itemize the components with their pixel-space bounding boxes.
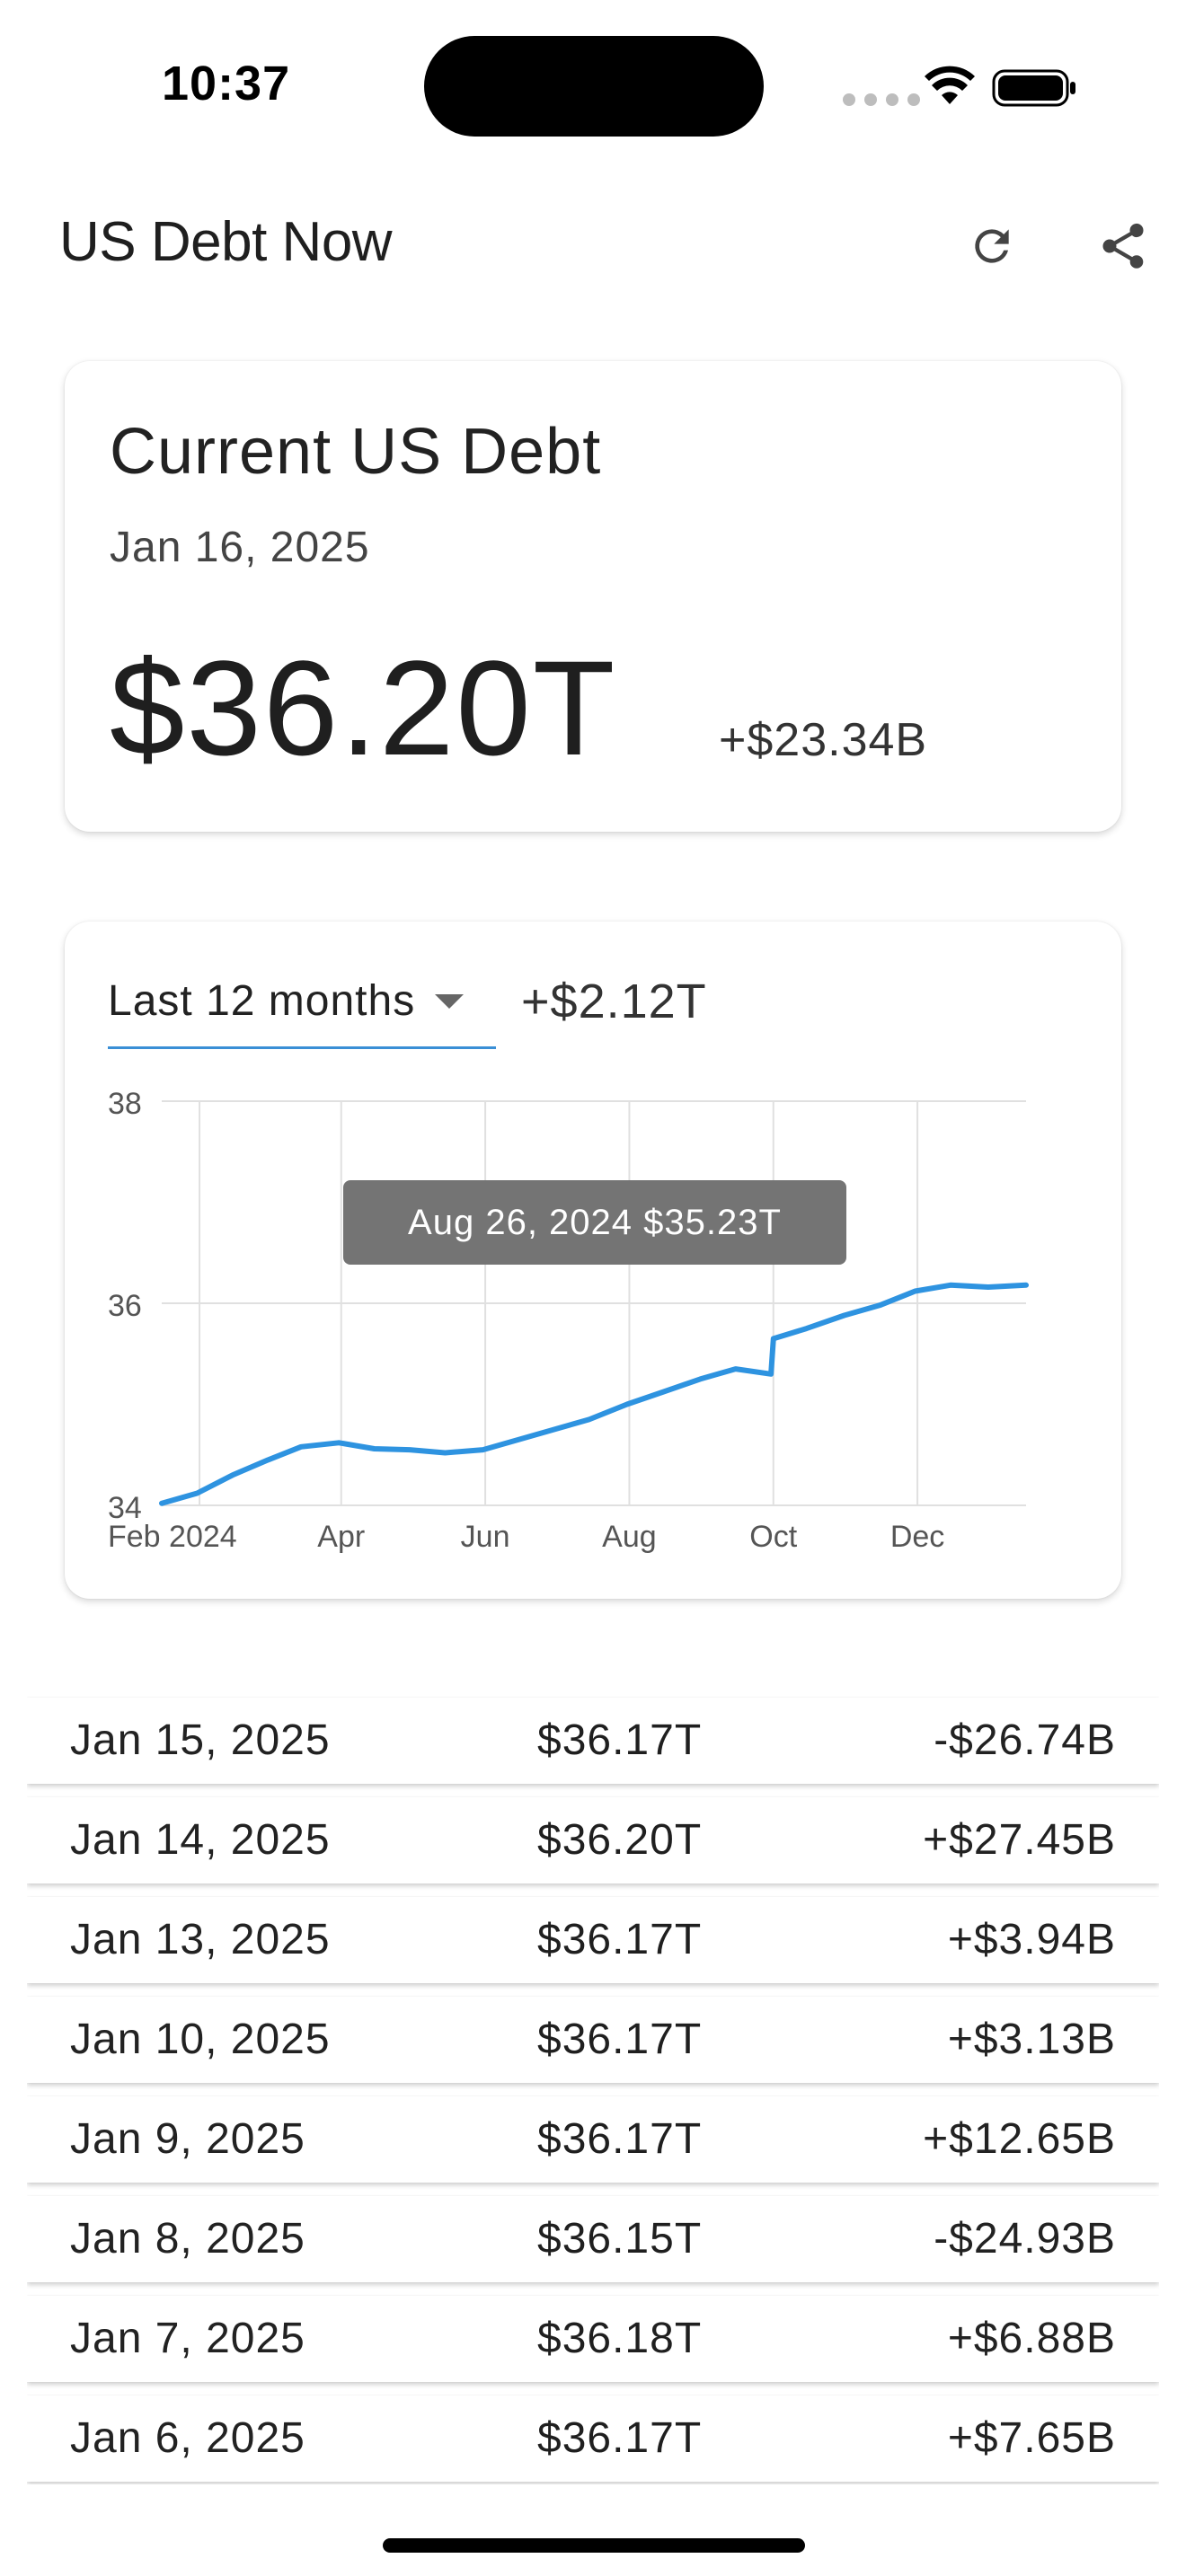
history-date: Jan 8, 2025 <box>70 2215 305 2263</box>
current-debt-amount: $36.20T <box>110 632 617 783</box>
history-change: +$3.94B <box>947 1916 1116 1963</box>
history-date: Jan 9, 2025 <box>70 2115 305 2163</box>
history-change: +$27.45B <box>923 1816 1116 1864</box>
battery-icon <box>992 69 1075 107</box>
y-tick-label: 36 <box>108 1289 142 1323</box>
refresh-icon <box>975 229 1009 263</box>
debt-series-line <box>159 1282 1029 1506</box>
debt-chart-card: 34 36 38 Feb 2024 Apr Jun Aug Oct Dec Aug 26, 202… <box>65 922 1121 1599</box>
x-tick-label: Feb 2024 <box>108 1520 237 1554</box>
history-value: $36.17T <box>537 1716 703 1764</box>
history-value: $36.18T <box>537 2315 703 2362</box>
dropdown-caret-icon <box>435 993 465 1009</box>
refresh-button[interactable] <box>949 203 1035 289</box>
history-row[interactable]: Jan 14, 2025 $36.20T +$27.45B <box>27 1797 1159 1883</box>
current-debt-card: Current US Debt Jan 16, 2025 $36.20T +$2… <box>65 361 1121 832</box>
history-row[interactable]: Jan 9, 2025 $36.17T +$12.65B <box>27 2096 1159 2183</box>
current-debt-date: Jan 16, 2025 <box>110 524 370 571</box>
history-change: +$6.88B <box>947 2315 1116 2362</box>
history-date: Jan 10, 2025 <box>70 2016 331 2063</box>
history-change: -$26.74B <box>934 1716 1116 1764</box>
x-tick-label: Jun <box>461 1520 510 1554</box>
history-date: Jan 13, 2025 <box>70 1916 331 1963</box>
app-title: US Debt Now <box>59 211 393 273</box>
history-change: +$12.65B <box>923 2115 1116 2163</box>
history-date: Jan 6, 2025 <box>70 2414 305 2462</box>
history-value: $36.17T <box>537 2016 703 2063</box>
share-button[interactable] <box>1080 203 1166 289</box>
history-change: +$3.13B <box>947 2016 1116 2063</box>
history-date: Jan 14, 2025 <box>70 1816 331 1864</box>
history-row[interactable]: Jan 8, 2025 $36.15T -$24.93B <box>27 2196 1159 2282</box>
time-range-dropdown[interactable]: Last 12 months <box>108 956 496 1049</box>
history-date: Jan 7, 2025 <box>70 2315 305 2362</box>
history-value: $36.20T <box>537 1816 703 1864</box>
history-row[interactable]: Jan 13, 2025 $36.17T +$3.94B <box>27 1897 1159 1983</box>
cellular-signal-icon <box>843 93 920 106</box>
home-indicator[interactable] <box>383 2538 805 2553</box>
wifi-icon <box>925 66 975 104</box>
history-value: $36.17T <box>537 2115 703 2163</box>
history-value: $36.17T <box>537 1916 703 1963</box>
history-row[interactable]: Jan 6, 2025 $36.17T +$7.65B <box>27 2395 1159 2482</box>
range-change: +$2.12T <box>521 975 707 1028</box>
history-value: $36.15T <box>537 2215 703 2263</box>
history-row[interactable]: Jan 10, 2025 $36.17T +$3.13B <box>27 1997 1159 2083</box>
history-value: $36.17T <box>537 2414 703 2462</box>
dynamic-island <box>424 36 764 137</box>
history-row[interactable]: Jan 7, 2025 $36.18T +$6.88B <box>27 2296 1159 2382</box>
x-tick-label: Aug <box>602 1520 657 1554</box>
chart-tooltip-text: Aug 26, 2024 $35.23T <box>408 1203 782 1242</box>
y-tick-label: 38 <box>108 1087 142 1121</box>
time-range-label: Last 12 months <box>108 977 416 1025</box>
history-list[interactable]: Jan 15, 2025 $36.17T -$26.74B Jan 14, 2025 $… <box>27 1694 1159 2484</box>
share-icon <box>1102 223 1144 269</box>
x-tick-label: Oct <box>749 1520 797 1554</box>
history-row[interactable]: Jan 15, 2025 $36.17T -$26.74B <box>27 1698 1159 1784</box>
history-change: +$7.65B <box>947 2414 1116 2462</box>
current-debt-title: Current US Debt <box>110 416 602 488</box>
app-bar: US Debt Now <box>0 171 1186 314</box>
x-tick-label: Dec <box>890 1520 944 1554</box>
x-tick-label: Apr <box>317 1520 365 1554</box>
status-bar: 10:37 <box>0 0 1186 171</box>
history-change: -$24.93B <box>934 2215 1116 2263</box>
history-date: Jan 15, 2025 <box>70 1716 331 1764</box>
current-debt-change: +$23.34B <box>719 714 928 766</box>
status-time: 10:37 <box>162 57 291 110</box>
